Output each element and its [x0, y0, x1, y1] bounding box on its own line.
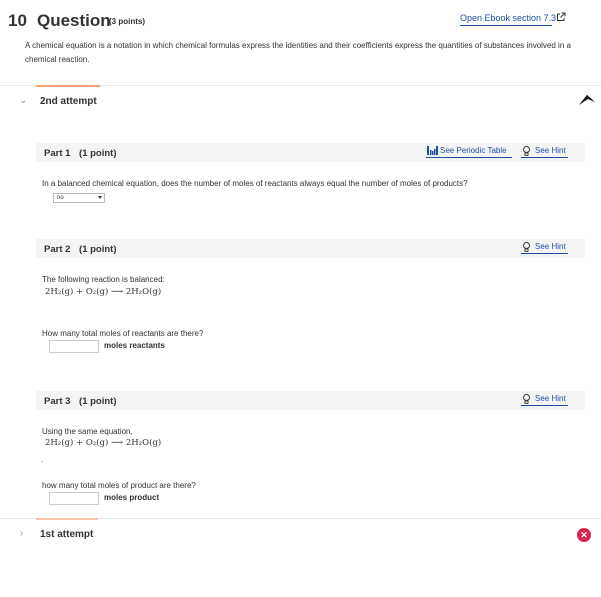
part-2-label: Part 2: [44, 244, 71, 255]
part-1-selected-value: no: [57, 195, 64, 201]
chevron-down-icon[interactable]: ⌄: [19, 95, 27, 106]
part-3-hint-underline: [521, 405, 568, 406]
part-3-equation: 2H₂(g) + O₂(g) ⟶ 2H₂O(g): [45, 438, 162, 448]
dropdown-caret-icon: [98, 196, 102, 199]
periodic-table-icon[interactable]: [427, 146, 438, 155]
part-2-intro: The following reaction is balanced:: [42, 275, 165, 284]
lightbulb-icon[interactable]: [523, 394, 530, 404]
part-2-header: [36, 239, 585, 258]
open-ebook-link[interactable]: Open Ebook section 7.3: [460, 13, 556, 23]
part-2-title: Part 2 (1 point): [44, 244, 117, 255]
question-description: A chemical equation is a notation in whi…: [25, 41, 571, 64]
part-3-trailing-mark: .: [41, 455, 44, 464]
x-circle-icon: ✕: [577, 528, 591, 542]
part-2-unit-label: moles reactants: [104, 341, 165, 350]
part-2-points: (1 point): [79, 244, 117, 255]
question-number: 10: [8, 11, 27, 30]
part-2-hint-underline: [521, 253, 568, 254]
periodic-table-link-underline: [426, 157, 512, 158]
part-1-hint-underline: [521, 157, 568, 158]
external-link-icon[interactable]: [556, 12, 566, 22]
question-title: Question: [37, 11, 111, 30]
chevron-right-icon[interactable]: ›: [20, 528, 23, 539]
part-3-points: (1 point): [79, 396, 117, 407]
part-1-title: Part 1 (1 point): [44, 148, 117, 159]
ebook-link-underline: [460, 25, 552, 26]
part-1-answer-select[interactable]: no: [53, 193, 105, 203]
part-1-see-hint-link[interactable]: See Hint: [535, 146, 566, 155]
part-3-moles-input[interactable]: [49, 492, 99, 505]
part-1-prompt: In a balanced chemical equation, does th…: [42, 179, 468, 188]
part-3-label: Part 3: [44, 396, 71, 407]
part-3-title: Part 3 (1 point): [44, 396, 117, 407]
see-periodic-table-link[interactable]: See Periodic Table: [440, 146, 507, 155]
question-points: (3 points): [109, 17, 145, 26]
part-2-moles-input[interactable]: [49, 340, 99, 353]
part-3-question: how many total moles of product are ther…: [42, 481, 196, 490]
part-2-question: How many total moles of reactants are th…: [42, 329, 204, 338]
part-2-see-hint-link[interactable]: See Hint: [535, 242, 566, 251]
part-3-header: [36, 391, 585, 410]
part-3-intro: Using the same equation,: [42, 427, 133, 436]
part-1-label: Part 1: [44, 148, 71, 159]
lightbulb-icon[interactable]: [523, 146, 530, 156]
previous-attempt-label[interactable]: 1st attempt: [40, 529, 93, 540]
collapse-arrow-icon[interactable]: [578, 94, 596, 106]
lightbulb-icon[interactable]: [523, 242, 530, 252]
current-attempt-label[interactable]: 2nd attempt: [40, 96, 97, 107]
previous-attempt-accent-bar: [36, 518, 98, 520]
part-3-see-hint-link[interactable]: See Hint: [535, 394, 566, 403]
part-2-equation: 2H₂(g) + O₂(g) ⟶ 2H₂O(g): [45, 287, 162, 297]
attempt-accent-bar: [36, 85, 100, 87]
part-1-points: (1 point): [79, 148, 117, 159]
part-3-unit-label: moles product: [104, 493, 160, 502]
